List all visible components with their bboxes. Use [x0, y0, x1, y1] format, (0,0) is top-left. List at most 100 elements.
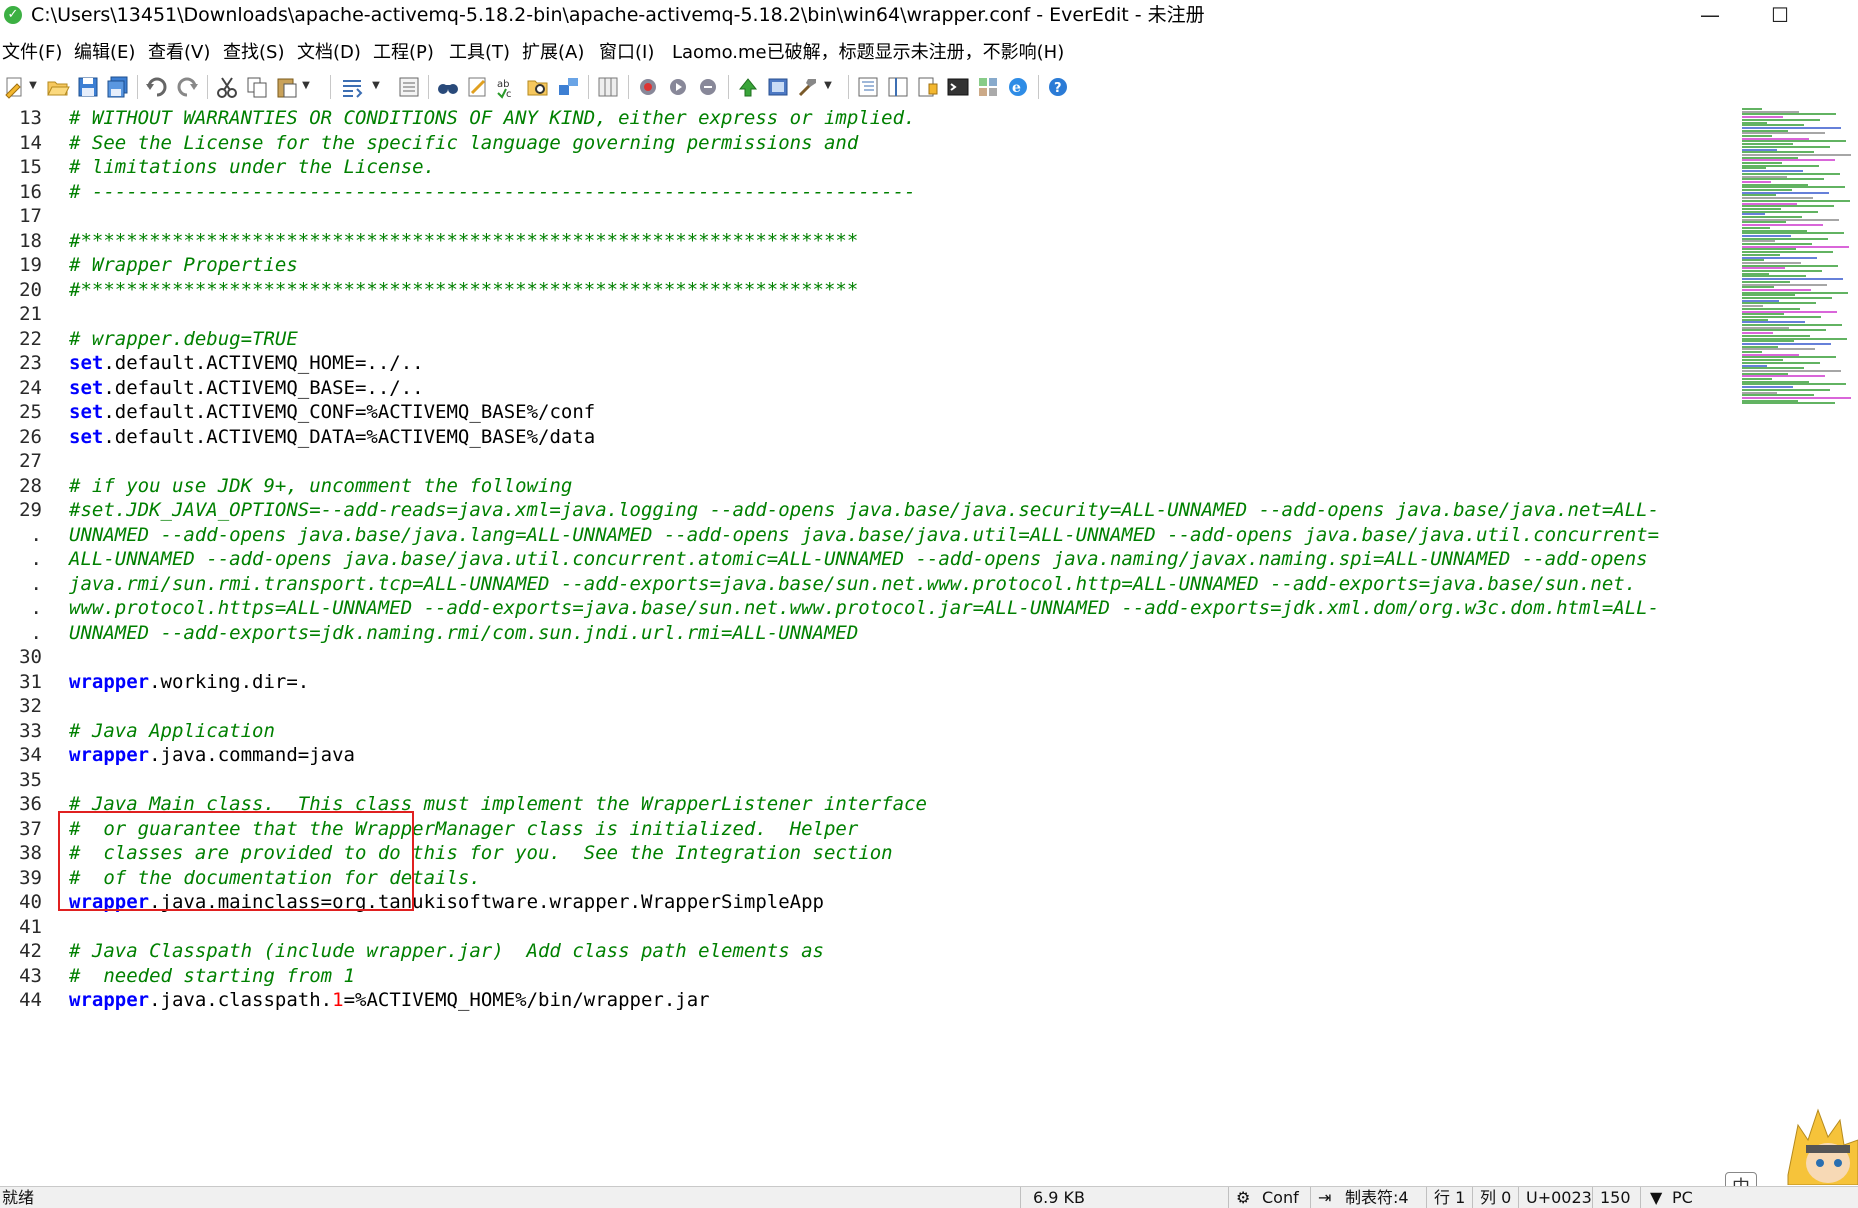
toolbar-separator	[628, 75, 629, 99]
menu-extensions[interactable]: 扩展(A)	[522, 42, 584, 64]
status-tab-size[interactable]: 制表符:4	[1345, 1188, 1409, 1208]
status-ready: 就绪	[2, 1188, 35, 1207]
minimap-line	[1742, 359, 1783, 362]
code-line[interactable]: wrapper.working.dir=.	[69, 668, 309, 697]
split-icon[interactable]	[886, 75, 910, 99]
word-wrap-dropdown-icon[interactable]: ▼	[370, 78, 382, 94]
minimap-line	[1742, 118, 1820, 121]
minimap-line	[1742, 364, 1767, 367]
code-line[interactable]: # --------------------------------------…	[69, 178, 915, 207]
save-all-icon[interactable]	[106, 75, 130, 99]
plugin-icon[interactable]	[736, 75, 760, 99]
status-separator	[1472, 1187, 1473, 1208]
minimap-line	[1742, 153, 1851, 156]
menu-search[interactable]: 查找(S)	[223, 42, 284, 64]
find-icon[interactable]	[436, 75, 460, 99]
minimap-line	[1742, 394, 1814, 397]
minimap-line	[1742, 245, 1849, 248]
menu-view[interactable]: 查看(V)	[148, 42, 210, 64]
editor-area[interactable]: 13 14 15 16 17 18 19 20 21 22 23 24 25 26 27 28 29..... 3…	[0, 104, 1858, 1186]
dropdown-icon[interactable]: ▼	[1650, 1188, 1662, 1208]
menu-window[interactable]: 窗口(I)	[599, 42, 654, 64]
menu-edit[interactable]: 编辑(E)	[74, 42, 135, 64]
minimap-line	[1742, 324, 1842, 326]
undo-icon[interactable]	[145, 75, 169, 99]
find-in-files-icon[interactable]	[526, 75, 550, 99]
view-icon[interactable]	[397, 75, 421, 99]
code-line[interactable]: UNNAMED --add-exports=jdk.naming.rmi/com…	[69, 619, 858, 648]
keyword-token: wrapper	[69, 989, 150, 1011]
status-zoom[interactable]: 150	[1600, 1188, 1631, 1208]
macro-record-icon[interactable]	[636, 75, 660, 99]
minimap-line	[1742, 172, 1840, 175]
open-file-icon[interactable]	[46, 75, 70, 99]
toolbar: ▼ ▼ ▼ ab c ▼ e ?	[0, 70, 1858, 105]
minimap-line	[1742, 291, 1848, 294]
minimap-line	[1742, 253, 1780, 256]
minimap-line	[1742, 175, 1787, 178]
comment-token: #set.JDK_JAVA_OPTIONS=--add-reads=java.x…	[69, 499, 1660, 521]
text-token: .default.ACTIVEMQ_CONF=%ACTIVEMQ_BASE%/c…	[103, 401, 596, 423]
svg-text:e: e	[1012, 80, 1021, 96]
new-file-icon[interactable]	[3, 75, 27, 99]
minimap-line	[1742, 135, 1772, 137]
macro-play-icon[interactable]	[666, 75, 690, 99]
minimize-button[interactable]: —	[1680, 0, 1740, 30]
minimap-line	[1742, 270, 1822, 272]
everedit-app-icon[interactable]: ✓	[4, 6, 22, 24]
minimap-line	[1742, 318, 1768, 321]
minimap-line	[1742, 137, 1809, 140]
replace-icon[interactable]	[466, 75, 490, 99]
outline-icon[interactable]	[856, 75, 880, 99]
comment-token: # WITHOUT WARRANTIES OR CONDITIONS OF AN…	[69, 107, 916, 129]
minimap-line	[1742, 307, 1800, 310]
code-line[interactable]: set.default.ACTIVEMQ_DATA=%ACTIVEMQ_BASE…	[69, 423, 595, 452]
maximize-button[interactable]: ☐	[1750, 0, 1810, 30]
minimap-line	[1742, 129, 1788, 132]
comment-token: www.protocol.https=ALL-UNNAMED --add-exp…	[69, 597, 1660, 619]
menu-tools[interactable]: 工具(T)	[449, 42, 510, 64]
cut-icon[interactable]	[215, 75, 239, 99]
tools-dropdown-icon[interactable]: ▼	[822, 78, 834, 94]
column-icon[interactable]	[596, 75, 620, 99]
text-token: .working.dir=.	[149, 670, 310, 693]
menu-document[interactable]: 文档(D)	[297, 42, 361, 64]
keyword-token: set	[69, 376, 104, 399]
tools-icon[interactable]	[796, 75, 820, 99]
code-line[interactable]: wrapper.java.command=java	[69, 741, 355, 770]
minimap-line	[1742, 275, 1806, 278]
console-icon[interactable]	[946, 75, 970, 99]
status-syntax-mode[interactable]: Conf	[1262, 1188, 1299, 1208]
minimap-line	[1742, 251, 1833, 254]
redo-icon[interactable]	[175, 75, 199, 99]
browser-icon[interactable]: e	[1006, 75, 1030, 99]
toolbar-separator	[588, 75, 589, 99]
word-wrap-icon[interactable]	[340, 75, 364, 99]
settings-icon[interactable]: ⚙	[1236, 1188, 1250, 1208]
code-line[interactable]: #***************************************…	[69, 276, 858, 305]
fullscreen-icon[interactable]	[766, 75, 790, 99]
copy-icon[interactable]	[245, 75, 269, 99]
minimap[interactable]	[1740, 104, 1858, 424]
new-file-dropdown-icon[interactable]: ▼	[27, 78, 39, 94]
menu-help[interactable]: Laomo.me已破解，标题显示未注册，不影响(H)	[672, 42, 1064, 64]
menu-file[interactable]: 文件(F)	[2, 42, 62, 64]
menu-project[interactable]: 工程(P)	[373, 42, 434, 64]
help-icon[interactable]: ?	[1046, 75, 1070, 99]
comment-token: # needed starting from 1	[69, 964, 355, 987]
minimap-line	[1742, 256, 1817, 259]
bookmark-icon[interactable]	[556, 75, 580, 99]
minimap-line	[1742, 286, 1774, 289]
minimap-line	[1742, 310, 1837, 313]
status-separator	[1310, 1187, 1311, 1208]
doc-map-icon[interactable]	[916, 75, 940, 99]
save-icon[interactable]	[76, 75, 100, 99]
macro-run-icon[interactable]	[696, 75, 720, 99]
status-eol[interactable]: PC	[1672, 1188, 1693, 1208]
spell-check-icon[interactable]: ab c	[496, 75, 520, 100]
code-line[interactable]: wrapper.java.classpath.1=%ACTIVEMQ_HOME%…	[69, 986, 710, 1015]
paste-dropdown-icon[interactable]: ▼	[300, 78, 312, 94]
snippet-icon[interactable]	[976, 75, 1000, 99]
minimap-line	[1742, 345, 1778, 348]
paste-icon[interactable]	[275, 75, 299, 99]
